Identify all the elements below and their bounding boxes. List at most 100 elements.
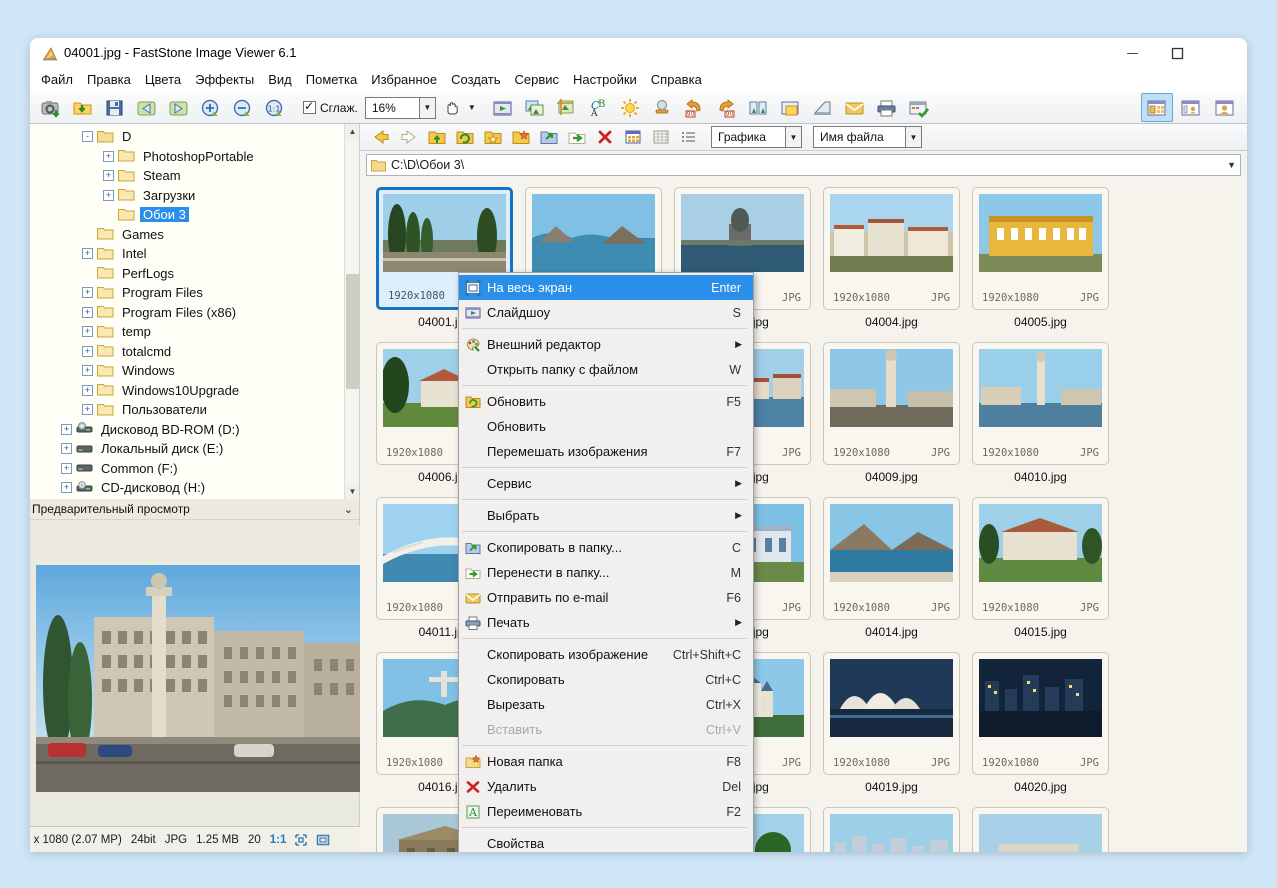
thumbnail-cell[interactable]: 1920x1080 JPG 04019.jpg — [817, 652, 966, 807]
flip-icon[interactable] — [743, 93, 775, 122]
refresh-folder-icon[interactable] — [451, 125, 479, 149]
hand-tool-icon[interactable] — [439, 93, 465, 122]
thumbnail-tile[interactable]: 1920x1080JPG — [972, 187, 1109, 310]
thumbnail-tile[interactable]: 1920x1080JPG — [823, 187, 960, 310]
context-menu-item[interactable]: Скопировать в папку... C — [459, 535, 753, 560]
thumbnail-view-icon[interactable] — [619, 125, 647, 149]
address-input[interactable]: C:\D\Обои 3\ ▼ — [366, 154, 1241, 176]
expand-toggle-icon[interactable]: + — [103, 170, 114, 182]
chevron-down-icon[interactable]: ▼ — [1227, 160, 1236, 170]
thumbnail-image[interactable] — [830, 504, 953, 582]
expand-toggle-icon[interactable]: + — [82, 404, 93, 416]
scrollbar-thumb[interactable] — [346, 274, 359, 389]
context-menu-item[interactable]: Печать ▶ — [459, 610, 753, 635]
thumbnail-image[interactable] — [532, 194, 655, 272]
preview-image[interactable] — [36, 565, 360, 792]
maximize-button[interactable] — [1155, 38, 1200, 68]
tree-item-photoshopportable[interactable]: + PhotoshopPortable — [30, 147, 359, 167]
print-icon[interactable] — [871, 93, 903, 122]
tree-item-локальный-диск-e-[interactable]: + Локальный диск (E:) — [30, 439, 359, 459]
context-menu-item[interactable]: Перенести в папку... M — [459, 560, 753, 585]
tree-item-windows[interactable]: + Windows — [30, 361, 359, 381]
menu-tools[interactable]: Сервис — [508, 70, 567, 89]
context-menu-item[interactable]: Перемешать изображения F7 — [459, 439, 753, 464]
expand-toggle-icon[interactable]: + — [82, 248, 93, 260]
thumbnail-cell[interactable]: 1920x1080 JPG 04014.jpg — [817, 497, 966, 652]
thumbnail-cell[interactable]: 1920x1080JPG04025.jpg — [966, 807, 1115, 852]
hand-tool-dropdown[interactable]: ▼ — [465, 93, 479, 122]
minimize-button[interactable]: — — [1110, 38, 1155, 68]
open-folder-icon[interactable] — [67, 93, 99, 122]
move-to-folder-icon[interactable] — [563, 125, 591, 149]
tree-item-temp[interactable]: + temp — [30, 322, 359, 342]
expand-toggle-icon[interactable]: + — [61, 482, 72, 494]
chevron-double-down-icon[interactable]: ⌄ — [344, 503, 353, 516]
tree-item-дисковод-bd-rom-d-[interactable]: + Дисковод BD-ROM (D:) — [30, 420, 359, 440]
tasks-icon[interactable] — [903, 93, 935, 122]
thumbnail-tile[interactable]: 1920x1080JPG — [972, 652, 1109, 775]
tree-item-загрузки[interactable]: + Загрузки — [30, 186, 359, 206]
thumbnail-image[interactable] — [681, 194, 804, 272]
thumbnail-cell[interactable]: 1920x1080 JPG 04020.jpg — [966, 652, 1115, 807]
tree-scrollbar[interactable]: ▲ ▼ — [344, 124, 359, 499]
crop-icon[interactable] — [551, 93, 583, 122]
list-view-icon[interactable] — [675, 125, 703, 149]
context-menu-item[interactable]: A Переименовать F2 — [459, 799, 753, 824]
expand-toggle-icon[interactable]: + — [82, 326, 93, 338]
fullscreen-icon[interactable] — [316, 833, 330, 847]
tree-item-totalcmd[interactable]: + totalcmd — [30, 342, 359, 362]
menu-settings[interactable]: Настройки — [566, 70, 644, 89]
compare-icon[interactable] — [519, 93, 551, 122]
brightness-icon[interactable] — [615, 93, 647, 122]
expand-toggle-icon[interactable]: + — [61, 423, 72, 435]
thumbnail-image[interactable] — [830, 194, 953, 272]
tree-item-d[interactable]: -D — [30, 127, 359, 147]
view-list-icon[interactable] — [1175, 93, 1207, 122]
thumbnail-cell[interactable]: 1920x1080 JPG 04009.jpg — [817, 342, 966, 497]
thumbnail-image[interactable] — [979, 659, 1102, 737]
tree-item-perflogs[interactable]: PerfLogs — [30, 264, 359, 284]
zoom-in-icon[interactable] — [195, 93, 227, 122]
thumbnail-image[interactable] — [979, 349, 1102, 427]
tree-item-program-files[interactable]: + Program Files — [30, 283, 359, 303]
expand-toggle-icon[interactable]: + — [82, 306, 93, 318]
nav-back-icon[interactable] — [367, 125, 395, 149]
thumbnail-image[interactable] — [830, 814, 953, 852]
context-menu[interactable]: На весь экран Enter Слайдшоу S Внешний редак… — [458, 272, 754, 852]
menu-file[interactable]: Файл — [34, 70, 80, 89]
thumbnail-image[interactable] — [383, 194, 506, 272]
thumbnail-image[interactable] — [830, 349, 953, 427]
nav-forward-icon[interactable] — [395, 125, 423, 149]
expand-toggle-icon[interactable]: + — [82, 287, 93, 299]
expand-toggle-icon[interactable]: + — [82, 345, 93, 357]
fit-window-icon[interactable] — [294, 833, 308, 847]
tree-item-windows10upgrade[interactable]: + Windows10Upgrade — [30, 381, 359, 401]
collapse-toggle-icon[interactable]: - — [82, 131, 93, 143]
chevron-down-icon[interactable]: ▼ — [905, 126, 922, 148]
chevron-down-icon[interactable]: ▼ — [418, 96, 436, 119]
tree-item-program-files-x86-[interactable]: + Program Files (x86) — [30, 303, 359, 323]
thumbnail-tile[interactable]: 1920x1080JPG — [972, 807, 1109, 852]
context-menu-item[interactable]: Открыть папку с файлом W — [459, 357, 753, 382]
context-menu-item[interactable]: Скопировать изображение Ctrl+Shift+C — [459, 642, 753, 667]
expand-toggle-icon[interactable]: + — [103, 150, 114, 162]
new-folder-icon[interactable] — [507, 125, 535, 149]
thumbnail-tile[interactable]: 1920x1080JPG — [823, 807, 960, 852]
context-menu-item[interactable]: Выбрать ▶ — [459, 503, 753, 528]
sort-by-combo[interactable]: Имя файла ▼ — [813, 126, 922, 148]
tree-item-intel[interactable]: + Intel — [30, 244, 359, 264]
thumbnail-tile[interactable]: 1920x1080JPG — [823, 497, 960, 620]
close-button[interactable] — [1200, 38, 1245, 68]
context-menu-item[interactable]: Скопировать Ctrl+C — [459, 667, 753, 692]
menu-colors[interactable]: Цвета — [138, 70, 188, 89]
menu-edit[interactable]: Правка — [80, 70, 138, 89]
view-single-icon[interactable] — [1209, 93, 1241, 122]
email-icon[interactable] — [839, 93, 871, 122]
menu-create[interactable]: Создать — [444, 70, 507, 89]
context-menu-item[interactable]: Вырезать Ctrl+X — [459, 692, 753, 717]
scroll-down-icon[interactable]: ▼ — [345, 484, 359, 499]
context-menu-item[interactable]: Обновить F5 — [459, 389, 753, 414]
thumbnail-tile[interactable]: 1920x1080JPG — [823, 342, 960, 465]
context-menu-item[interactable]: Удалить Del — [459, 774, 753, 799]
thumbnail-cell[interactable]: 1920x1080JPG04024.jpg — [817, 807, 966, 852]
